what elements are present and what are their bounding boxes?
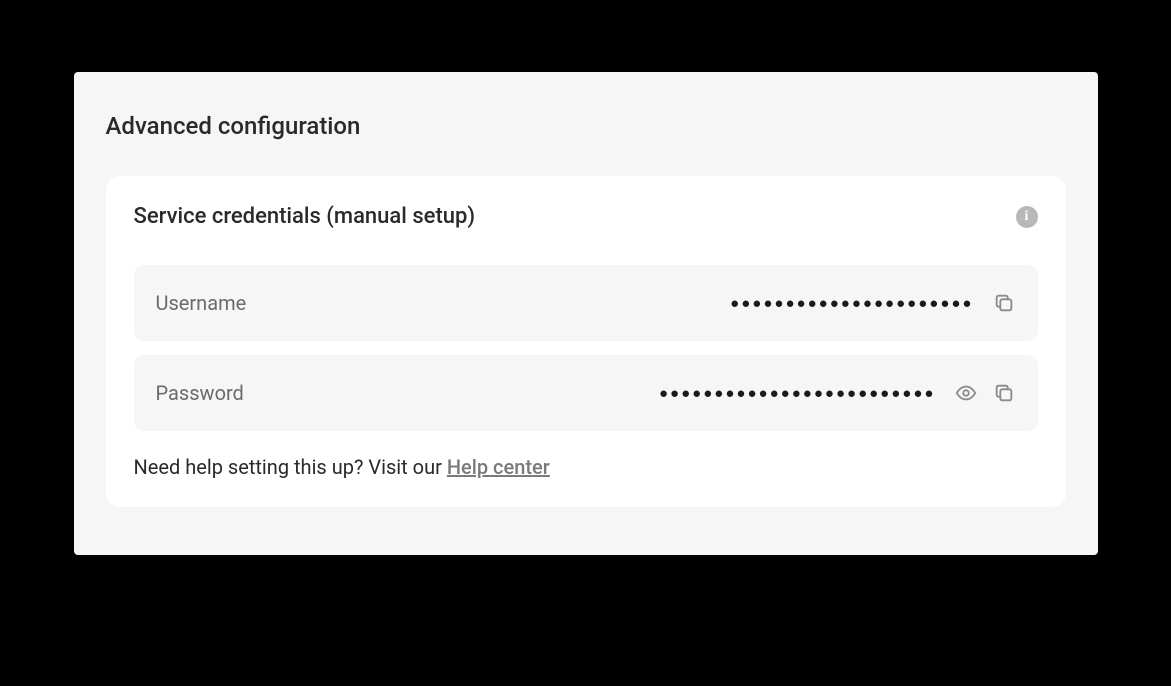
credentials-card: Service credentials (manual setup) i Use…	[106, 176, 1066, 507]
username-row: Username ●●●●●●●●●●●●●●●●●●●●●●	[134, 265, 1038, 341]
username-value-wrap: ●●●●●●●●●●●●●●●●●●●●●●	[366, 294, 974, 312]
eye-icon[interactable]	[954, 381, 978, 405]
username-label: Username	[156, 291, 366, 315]
password-actions	[954, 381, 1016, 405]
advanced-config-panel: Advanced configuration Service credentia…	[74, 72, 1098, 555]
copy-icon[interactable]	[992, 291, 1016, 315]
card-header: Service credentials (manual setup) i	[134, 204, 1038, 229]
username-masked: ●●●●●●●●●●●●●●●●●●●●●●	[730, 294, 973, 312]
card-title: Service credentials (manual setup)	[134, 204, 476, 229]
help-text: Need help setting this up? Visit our	[134, 455, 447, 479]
password-value-wrap: ●●●●●●●●●●●●●●●●●●●●●●●●●	[366, 384, 936, 402]
copy-icon[interactable]	[992, 381, 1016, 405]
password-row: Password ●●●●●●●●●●●●●●●●●●●●●●●●●	[134, 355, 1038, 431]
help-text-row: Need help setting this up? Visit our Hel…	[134, 455, 1038, 479]
username-actions	[992, 291, 1016, 315]
password-masked: ●●●●●●●●●●●●●●●●●●●●●●●●●	[659, 384, 936, 402]
help-center-link[interactable]: Help center	[447, 455, 550, 479]
info-icon[interactable]: i	[1016, 206, 1038, 228]
password-label: Password	[156, 381, 366, 405]
section-title: Advanced configuration	[106, 112, 1066, 140]
